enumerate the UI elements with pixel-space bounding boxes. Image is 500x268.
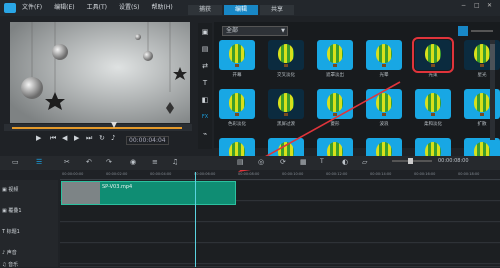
track-label-title: T 标题1	[2, 229, 20, 235]
clip-thumbnail	[62, 182, 100, 204]
mask-icon[interactable]: ◐	[342, 158, 348, 166]
speed-icon[interactable]: ⟳	[280, 158, 286, 166]
track-label-video: ▣ 视频	[2, 187, 19, 193]
motion-tracking-icon[interactable]: ◎	[258, 158, 264, 166]
subtitle-icon[interactable]: ▤	[237, 158, 244, 166]
ruler-tick-label: 00:00:00:00	[62, 172, 84, 176]
clip-name: SP-V03.mp4	[102, 184, 133, 190]
ruler-tick-label: 00:00:18:00	[458, 172, 480, 176]
track-label-overlay: ▣ 覆叠1	[2, 208, 22, 214]
timeline-toolbar	[0, 156, 500, 170]
storyboard-view-icon[interactable]: ▭	[12, 158, 19, 166]
overlay-track[interactable]	[60, 202, 500, 222]
ruler-tick-label: 00:00:06:00	[194, 172, 216, 176]
mixer-icon[interactable]: ≡	[152, 158, 158, 166]
scissors-icon[interactable]: ✂	[64, 158, 70, 166]
track-label-voice: ♪ 声音	[2, 250, 17, 256]
redo-icon[interactable]: ↷	[106, 158, 112, 166]
zoom-slider-handle[interactable]	[408, 158, 413, 164]
undo-icon[interactable]: ↶	[86, 158, 92, 166]
ruler-tick-label: 00:00:08:00	[238, 172, 260, 176]
ruler-tick-label: 00:00:16:00	[414, 172, 436, 176]
split-screen-icon[interactable]: ▦	[300, 158, 307, 166]
voice-track[interactable]	[60, 244, 500, 264]
ruler-tick-label: 00:00:04:00	[150, 172, 172, 176]
timeline-timecode[interactable]: 00:00:08:00	[438, 158, 469, 164]
auto-music-icon[interactable]: ♫	[172, 158, 178, 166]
timeline-playhead[interactable]	[195, 172, 196, 267]
ruler-tick-label: 00:00:12:00	[326, 172, 348, 176]
title-template-icon[interactable]: T	[320, 158, 324, 165]
record-icon[interactable]: ◉	[130, 158, 136, 166]
title-track[interactable]	[60, 223, 500, 243]
timeline-view-icon[interactable]: ☰	[36, 158, 42, 166]
ruler-tick-label: 00:00:14:00	[370, 172, 392, 176]
ruler-tick-label: 00:00:02:00	[106, 172, 128, 176]
3d-icon[interactable]: ▱	[362, 158, 367, 166]
ruler-tick-label: 00:00:10:00	[282, 172, 304, 176]
